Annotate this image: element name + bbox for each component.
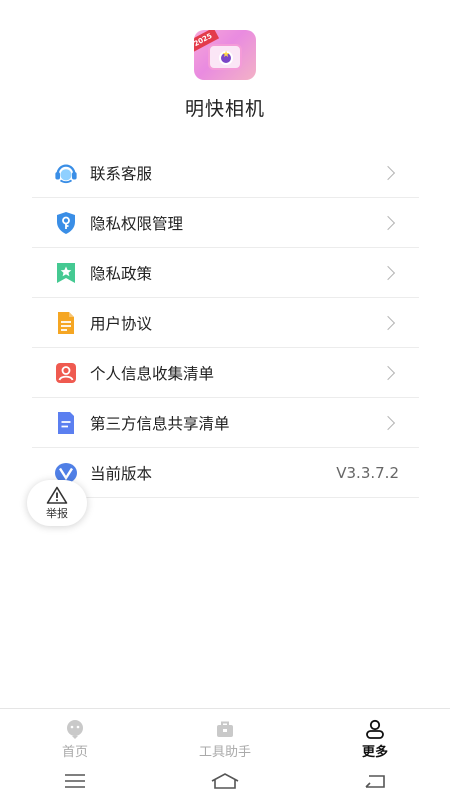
menu-item-current-version: 当前版本 V3.3.7.2 [32, 448, 419, 498]
menu-item-label: 当前版本 [90, 464, 153, 483]
report-button[interactable]: 举报 [27, 480, 87, 526]
version-number: V3.3.7.2 [336, 463, 399, 482]
menu-item-privacy-policy[interactable]: 隐私政策 [32, 248, 419, 298]
home-nav-button[interactable] [150, 772, 300, 794]
chevron-right-icon [380, 415, 396, 430]
warning-icon [46, 486, 68, 504]
menu-item-label: 隐私权限管理 [90, 214, 184, 233]
chevron-right-icon [380, 265, 396, 280]
system-navigation-bar [0, 766, 450, 800]
report-label: 举报 [46, 506, 68, 520]
back-arrow-icon [363, 773, 387, 793]
bookmark-star-icon [54, 261, 78, 285]
menu-item-personal-info-list[interactable]: 个人信息收集清单 [32, 348, 419, 398]
customer-service-icon [54, 161, 78, 185]
tab-more[interactable]: 更多 [300, 709, 450, 766]
menu-item-label: 隐私政策 [90, 264, 153, 283]
toolbox-icon [214, 719, 236, 739]
app-name: 明快相机 [184, 98, 265, 120]
tab-label: 更多 [361, 745, 388, 760]
chevron-right-icon [380, 365, 396, 380]
menu-item-label: 第三方信息共享清单 [90, 414, 230, 433]
tab-home[interactable]: 首页 [0, 709, 150, 766]
home-face-icon [64, 719, 86, 739]
chevron-right-icon [380, 165, 396, 180]
menu-item-privacy-permissions[interactable]: 隐私权限管理 [32, 198, 419, 248]
settings-menu: 联系客服 隐私权限管理 隐私政策 用户协议 个人信息收集清单 第三方信息共享清单… [32, 148, 419, 498]
list-file-icon [54, 411, 78, 435]
tab-label: 工具助手 [198, 745, 251, 760]
menu-item-third-party-sharing[interactable]: 第三方信息共享清单 [32, 398, 419, 448]
user-icon [364, 719, 386, 739]
menu-item-label: 联系客服 [90, 164, 153, 183]
home-house-icon [210, 772, 240, 794]
hamburger-menu-icon [64, 773, 86, 793]
menu-nav-button[interactable] [0, 773, 150, 793]
chevron-right-icon [380, 215, 396, 230]
tab-label: 首页 [61, 745, 88, 760]
app-logo: 2025 [194, 30, 256, 80]
document-icon [54, 311, 78, 335]
app-header: 2025 明快相机 [0, 0, 450, 140]
bottom-tab-bar: 首页 工具助手 更多 [0, 708, 450, 766]
chevron-right-icon [380, 315, 396, 330]
back-nav-button[interactable] [300, 773, 450, 793]
menu-item-user-agreement[interactable]: 用户协议 [32, 298, 419, 348]
tab-tools[interactable]: 工具助手 [150, 709, 300, 766]
menu-item-label: 用户协议 [90, 314, 153, 333]
person-icon [54, 361, 78, 385]
menu-item-customer-service[interactable]: 联系客服 [32, 148, 419, 198]
shield-key-icon [54, 211, 78, 235]
lens-icon [219, 50, 233, 65]
menu-item-label: 个人信息收集清单 [90, 364, 215, 383]
camera-icon [208, 44, 242, 70]
